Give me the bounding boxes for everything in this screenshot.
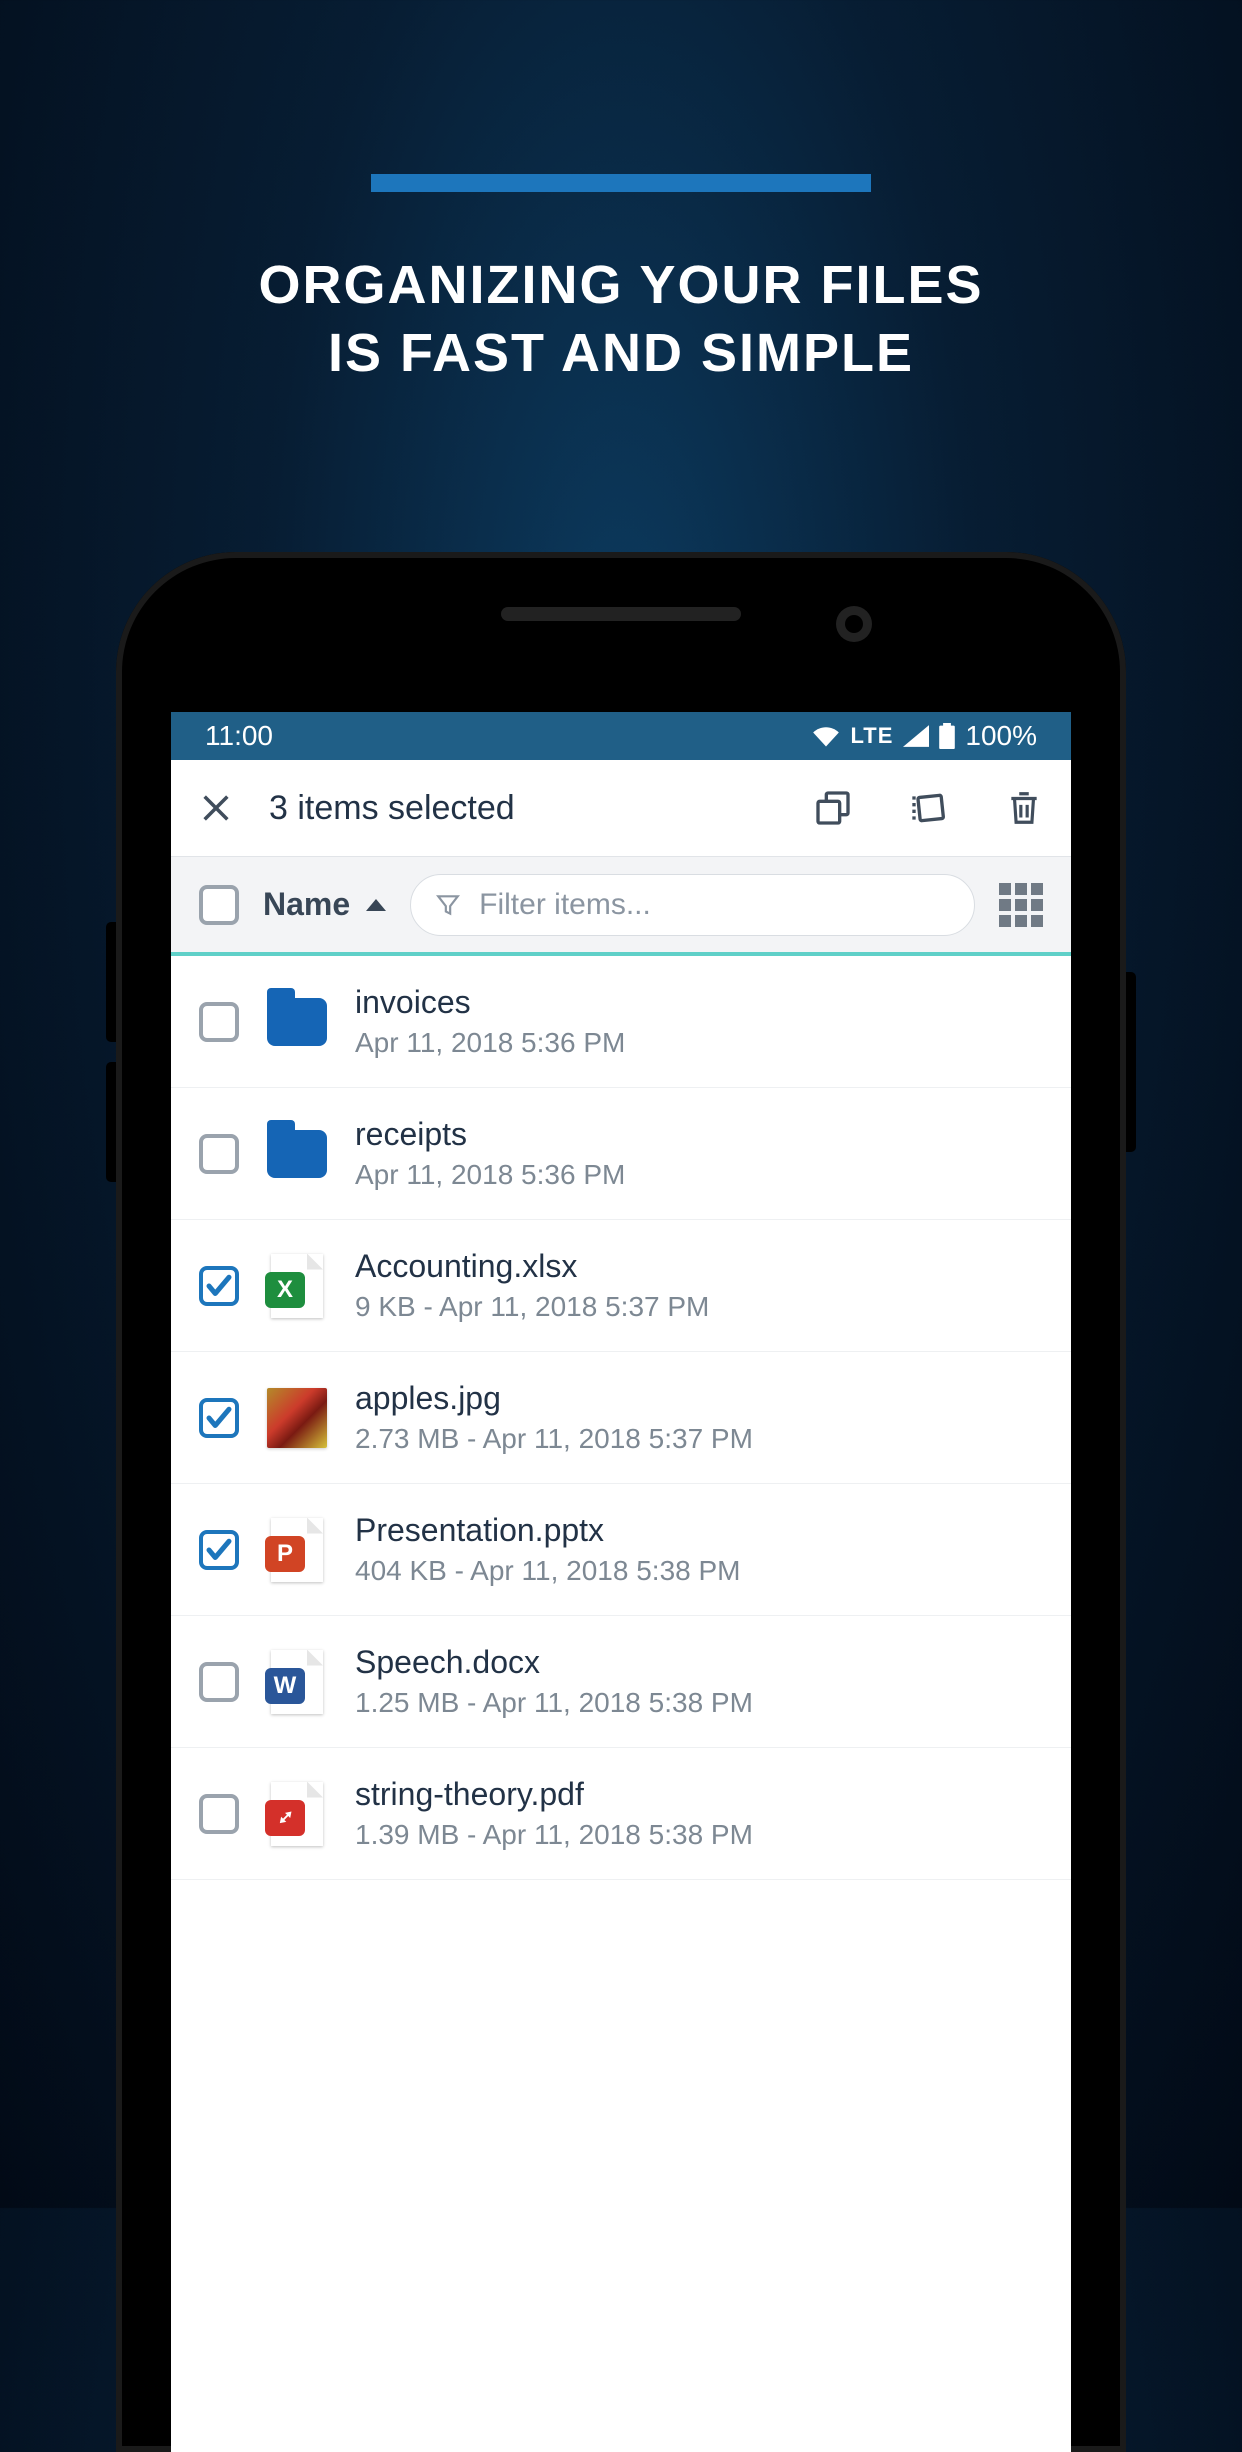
filter-placeholder: Filter items...: [479, 888, 651, 922]
row-meta: 1.39 MB - Apr 11, 2018 5:38 PM: [355, 1819, 1043, 1851]
move-button[interactable]: [909, 788, 949, 828]
phone-screen: 11:00 LTE 100% 3 items selected: [171, 712, 1071, 2452]
status-time: 11:00: [205, 720, 273, 752]
row-thumbnail: W: [267, 1652, 327, 1712]
file-row[interactable]: W Speech.docx 1.25 MB - Apr 11, 2018 5:38 …: [171, 1616, 1071, 1748]
row-text: Presentation.pptx 404 KB - Apr 11, 2018 5…: [355, 1512, 1043, 1587]
trash-icon: [1005, 788, 1043, 828]
grid-view-button[interactable]: [999, 883, 1043, 927]
selection-app-bar: 3 items selected: [171, 760, 1071, 856]
filter-icon: [435, 892, 461, 918]
status-network: LTE: [850, 723, 893, 749]
row-text: apples.jpg 2.73 MB - Apr 11, 2018 5:37 PM: [355, 1380, 1043, 1455]
row-thumbnail: [267, 1124, 327, 1184]
signal-icon: [903, 725, 929, 747]
status-bar: 11:00 LTE 100%: [171, 712, 1071, 760]
row-filename: receipts: [355, 1116, 1043, 1153]
row-text: receipts Apr 11, 2018 5:36 PM: [355, 1116, 1043, 1191]
row-thumbnail: [267, 1784, 327, 1844]
excel-file-icon: X: [271, 1254, 323, 1318]
row-filename: Presentation.pptx: [355, 1512, 1043, 1549]
row-filename: string-theory.pdf: [355, 1776, 1043, 1813]
row-thumbnail: [267, 992, 327, 1052]
file-row[interactable]: apples.jpg 2.73 MB - Apr 11, 2018 5:37 PM: [171, 1352, 1071, 1484]
row-thumbnail: X: [267, 1256, 327, 1316]
sort-ascending-icon: [366, 898, 386, 912]
promo-line-1: ORGANIZING YOUR FILES: [0, 252, 1242, 320]
row-checkbox[interactable]: [199, 1134, 239, 1174]
row-meta: Apr 11, 2018 5:36 PM: [355, 1159, 1043, 1191]
promo-headline: ORGANIZING YOUR FILES IS FAST AND SIMPLE: [0, 252, 1242, 387]
phone-volume-down: [106, 1062, 116, 1182]
copy-icon: [813, 788, 853, 828]
row-text: invoices Apr 11, 2018 5:36 PM: [355, 984, 1043, 1059]
row-thumbnail: P: [267, 1520, 327, 1580]
row-filename: Speech.docx: [355, 1644, 1043, 1681]
close-icon: [199, 791, 233, 825]
battery-icon: [939, 723, 955, 749]
folder-icon: [267, 1130, 327, 1178]
select-all-checkbox[interactable]: [199, 885, 239, 925]
filter-bar: Name Filter items...: [171, 856, 1071, 956]
image-thumbnail: [267, 1388, 327, 1448]
row-filename: invoices: [355, 984, 1043, 1021]
file-row[interactable]: invoices Apr 11, 2018 5:36 PM: [171, 956, 1071, 1088]
filter-input[interactable]: Filter items...: [410, 874, 975, 936]
row-meta: 404 KB - Apr 11, 2018 5:38 PM: [355, 1555, 1043, 1587]
move-icon: [909, 788, 949, 828]
promo-line-2: IS FAST AND SIMPLE: [0, 320, 1242, 388]
file-row[interactable]: receipts Apr 11, 2018 5:36 PM: [171, 1088, 1071, 1220]
pdf-file-icon: [271, 1782, 323, 1846]
wifi-icon: [812, 725, 840, 747]
phone-power-button: [1126, 972, 1136, 1152]
close-selection-button[interactable]: [199, 791, 233, 825]
row-checkbox[interactable]: [199, 1266, 239, 1306]
file-row[interactable]: P Presentation.pptx 404 KB - Apr 11, 2018 …: [171, 1484, 1071, 1616]
folder-icon: [267, 998, 327, 1046]
grid-icon: [999, 883, 1043, 927]
row-checkbox[interactable]: [199, 1530, 239, 1570]
sort-by-name-button[interactable]: Name: [263, 886, 386, 923]
phone-camera: [836, 606, 872, 642]
file-row[interactable]: X Accounting.xlsx 9 KB - Apr 11, 2018 5:37…: [171, 1220, 1071, 1352]
row-meta: 9 KB - Apr 11, 2018 5:37 PM: [355, 1291, 1043, 1323]
status-right: LTE 100%: [812, 720, 1037, 752]
row-meta: 2.73 MB - Apr 11, 2018 5:37 PM: [355, 1423, 1043, 1455]
file-row[interactable]: string-theory.pdf 1.39 MB - Apr 11, 2018 …: [171, 1748, 1071, 1880]
row-thumbnail: [267, 1388, 327, 1448]
phone-speaker: [501, 607, 741, 621]
row-checkbox[interactable]: [199, 1662, 239, 1702]
row-checkbox[interactable]: [199, 1398, 239, 1438]
phone-frame: 11:00 LTE 100% 3 items selected: [116, 552, 1126, 2452]
copy-button[interactable]: [813, 788, 853, 828]
row-text: Accounting.xlsx 9 KB - Apr 11, 2018 5:37 …: [355, 1248, 1043, 1323]
sort-label-text: Name: [263, 886, 350, 923]
row-checkbox[interactable]: [199, 1794, 239, 1834]
row-filename: apples.jpg: [355, 1380, 1043, 1417]
status-battery: 100%: [965, 720, 1037, 752]
row-text: Speech.docx 1.25 MB - Apr 11, 2018 5:38 P…: [355, 1644, 1043, 1719]
phone-volume-up: [106, 922, 116, 1042]
delete-button[interactable]: [1005, 788, 1043, 828]
row-checkbox[interactable]: [199, 1002, 239, 1042]
row-text: string-theory.pdf 1.39 MB - Apr 11, 2018 …: [355, 1776, 1043, 1851]
promo-accent-bar: [371, 174, 871, 192]
selection-count-label: 3 items selected: [269, 789, 777, 828]
row-meta: 1.25 MB - Apr 11, 2018 5:38 PM: [355, 1687, 1043, 1719]
word-file-icon: W: [271, 1650, 323, 1714]
powerpoint-file-icon: P: [271, 1518, 323, 1582]
file-list: invoices Apr 11, 2018 5:36 PM receipts Apr …: [171, 956, 1071, 1880]
row-filename: Accounting.xlsx: [355, 1248, 1043, 1285]
row-meta: Apr 11, 2018 5:36 PM: [355, 1027, 1043, 1059]
